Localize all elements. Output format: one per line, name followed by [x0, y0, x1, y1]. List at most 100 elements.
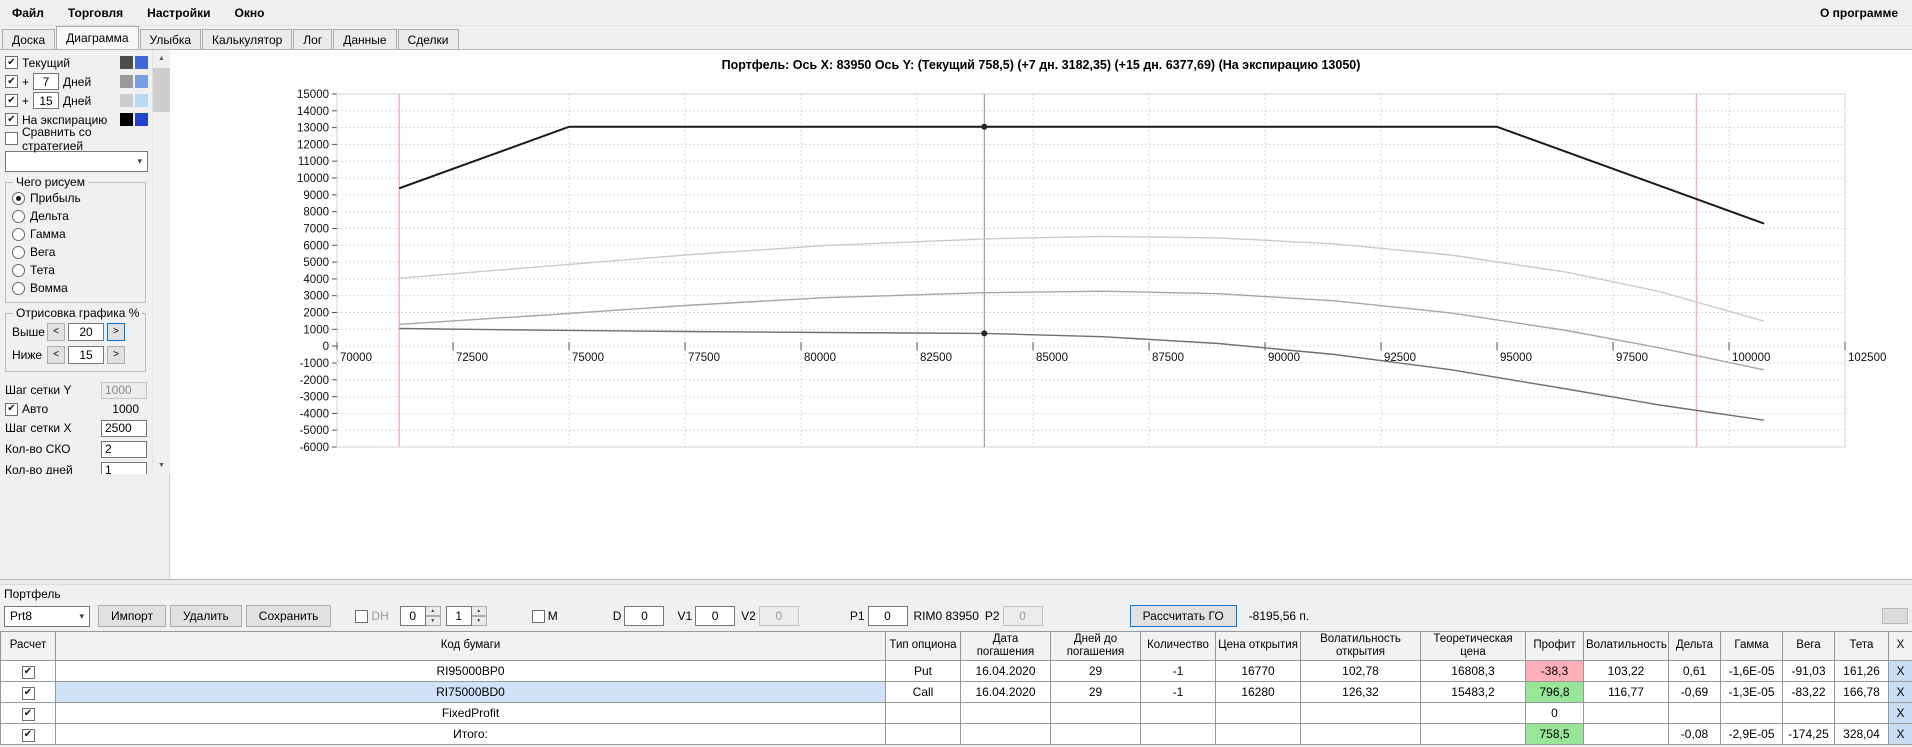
m-checkbox[interactable] [531, 609, 545, 623]
grid-cell[interactable]: -83,22 [1782, 680, 1835, 703]
tab-data[interactable]: Данные [333, 29, 397, 49]
grid-cell[interactable]: 161,26 [1834, 659, 1889, 682]
header-profit[interactable]: Профит [1525, 631, 1584, 661]
tab-smile[interactable]: Улыбка [139, 29, 202, 49]
header-vega[interactable]: Вега [1782, 631, 1835, 661]
grid-cell[interactable]: RI75000BD0 [55, 680, 886, 703]
grid-cell[interactable] [1420, 701, 1526, 724]
plus15-checkbox[interactable] [5, 94, 18, 107]
grid-cell[interactable]: Put [885, 659, 961, 682]
spin-up-icon[interactable]: ▲ [471, 606, 487, 616]
days-count-input[interactable] [101, 461, 147, 474]
below-percent-input[interactable] [68, 345, 104, 364]
below-decrease-button[interactable]: < [47, 345, 65, 364]
grid-cell[interactable]: -1,3E-05 [1720, 680, 1783, 703]
radio-vomma[interactable]: Вомма [12, 279, 140, 297]
grid-cell[interactable] [960, 722, 1051, 745]
above-increase-button[interactable]: > [107, 322, 125, 341]
row-delete-button[interactable]: X [1888, 701, 1912, 724]
header-security-code[interactable]: Код бумаги [55, 631, 886, 661]
grid-cell[interactable]: FixedProfit [55, 701, 886, 724]
grid-cell[interactable] [885, 701, 961, 724]
radio-delta[interactable]: Дельта [12, 207, 140, 225]
plus7-checkbox[interactable] [5, 75, 18, 88]
scroll-up-icon[interactable]: ▲ [153, 50, 170, 67]
tab-log[interactable]: Лог [293, 29, 333, 49]
row-calc-checkbox[interactable] [21, 665, 35, 679]
calculate-go-button[interactable]: Рассчитать ГО [1129, 605, 1237, 627]
auto-checkbox[interactable] [5, 402, 18, 416]
grid-cell[interactable] [1300, 722, 1421, 745]
tab-diagram[interactable]: Диаграмма [56, 26, 139, 49]
below-increase-button[interactable]: > [107, 345, 125, 364]
radio-vega[interactable]: Вега [12, 243, 140, 261]
grid-cell[interactable]: 29 [1050, 659, 1141, 682]
menu-file[interactable]: Файл [0, 0, 56, 25]
grid-cell[interactable] [1420, 722, 1526, 745]
sidebar-scrollbar[interactable]: ▲ ▼ [152, 50, 170, 474]
grid-cell[interactable] [1215, 701, 1301, 724]
header-option-type[interactable]: Тип опциона [885, 631, 961, 661]
payoff-chart-canvas[interactable]: -6000 -5000 -4000 -3000 -2000 -1000 0 1000 2000 3… [170, 50, 1912, 579]
d-input[interactable] [624, 606, 665, 626]
row-calc-checkbox[interactable] [21, 686, 35, 700]
grid-cell[interactable]: 103,22 [1583, 659, 1669, 682]
grid-cell[interactable]: -2,9E-05 [1720, 722, 1783, 745]
above-percent-input[interactable] [68, 322, 104, 341]
header-quantity[interactable]: Количество [1140, 631, 1216, 661]
plus15-days-input[interactable] [33, 92, 60, 109]
row-delete-button[interactable]: X [1888, 659, 1912, 682]
spin-down-icon[interactable]: ▼ [425, 616, 441, 626]
grid-cell[interactable]: 796,8 [1525, 680, 1584, 703]
grid-cell[interactable] [885, 722, 961, 745]
grid-cell[interactable] [1834, 701, 1889, 724]
grid-step-x-input[interactable] [101, 419, 147, 437]
header-calc[interactable]: Расчет [0, 631, 56, 661]
grid-cell[interactable] [1140, 722, 1216, 745]
current-checkbox[interactable] [5, 56, 18, 69]
grid-cell[interactable] [960, 701, 1051, 724]
scroll-down-icon[interactable]: ▼ [153, 457, 170, 474]
header-gamma[interactable]: Гамма [1720, 631, 1783, 661]
grid-cell[interactable] [1782, 701, 1835, 724]
header-open-price[interactable]: Цена открытия [1215, 631, 1301, 661]
grid-cell[interactable]: 16.04.2020 [960, 680, 1051, 703]
grid-cell[interactable]: Call [885, 680, 961, 703]
scrollbar-thumb[interactable] [153, 68, 170, 112]
grid-cell[interactable]: 126,32 [1300, 680, 1421, 703]
grid-cell[interactable]: 758,5 [1525, 722, 1584, 745]
grid-cell[interactable]: -38,3 [1525, 659, 1584, 682]
grid-cell[interactable]: -91,03 [1782, 659, 1835, 682]
grid-cell[interactable]: 16808,3 [1420, 659, 1526, 682]
menu-window[interactable]: Окно [222, 0, 276, 25]
delete-button[interactable]: Удалить [169, 605, 242, 627]
save-button[interactable]: Сохранить [245, 605, 332, 627]
header-x[interactable]: X [1888, 631, 1912, 661]
menu-settings[interactable]: Настройки [135, 0, 222, 25]
grid-cell[interactable]: -0,69 [1668, 680, 1721, 703]
above-decrease-button[interactable]: < [47, 322, 65, 341]
radio-gamma[interactable]: Гамма [12, 225, 140, 243]
grid-cell[interactable] [1583, 701, 1669, 724]
grid-cell[interactable]: 116,77 [1583, 680, 1669, 703]
grid-cell[interactable]: -1 [1140, 680, 1216, 703]
strategy-combobox[interactable]: ▾ [5, 151, 148, 172]
dh-spinner-2-input[interactable] [445, 606, 472, 626]
grid-cell[interactable] [1050, 701, 1141, 724]
menu-about[interactable]: О программе [1806, 0, 1912, 25]
grid-cell[interactable]: Итого: [55, 722, 886, 745]
spin-down-icon[interactable]: ▼ [471, 616, 487, 626]
spin-up-icon[interactable]: ▲ [425, 606, 441, 616]
dh-spinner-1-input[interactable] [399, 606, 426, 626]
grid-cell[interactable] [1583, 722, 1669, 745]
plus7-days-input[interactable] [33, 73, 60, 90]
header-theoretical-price[interactable]: Теоретическая цена [1420, 631, 1526, 661]
grid-cell[interactable]: -1,6E-05 [1720, 659, 1783, 682]
portfolio-combobox[interactable]: Prt8 ▾ [4, 605, 90, 627]
payoff-chart[interactable]: Портфель: Ось X: 83950 Ось Y: (Текущий 7… [170, 50, 1912, 579]
row-delete-button[interactable]: X [1888, 680, 1912, 703]
grid-cell[interactable]: -0,08 [1668, 722, 1721, 745]
row-calc-checkbox[interactable] [21, 707, 35, 721]
tab-board[interactable]: Доска [2, 29, 56, 49]
grid-cell[interactable] [1215, 722, 1301, 745]
